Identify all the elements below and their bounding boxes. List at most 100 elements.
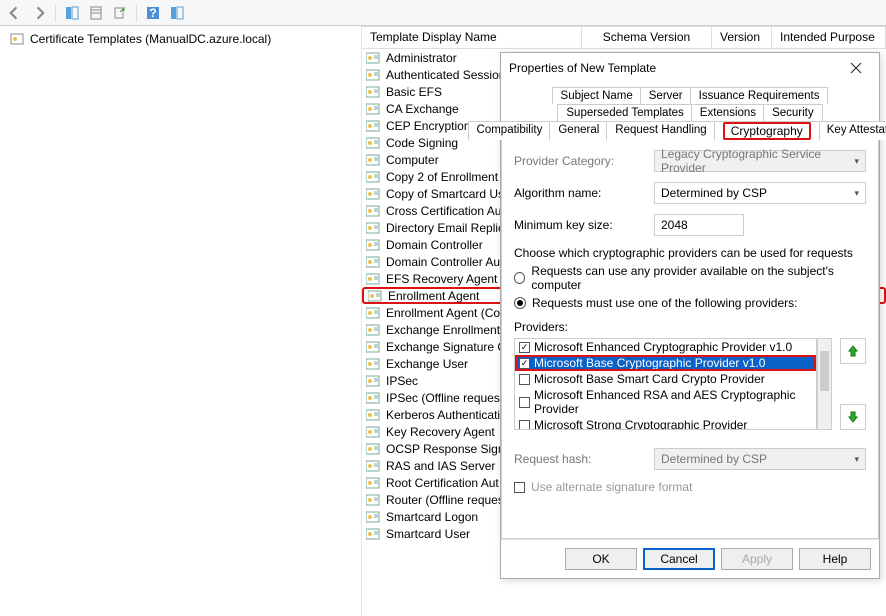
template-name: OCSP Response Signin — [386, 442, 514, 456]
provider-row[interactable]: ✓Microsoft Enhanced Cryptographic Provid… — [515, 339, 816, 355]
nav-root[interactable]: Certificate Templates (ManualDC.azure.lo… — [4, 30, 357, 48]
provider-name: Microsoft Base Smart Card Crypto Provide… — [534, 372, 765, 386]
cert-icon — [366, 205, 380, 217]
template-name: Router (Offline reques — [386, 493, 504, 507]
provider-row[interactable]: Microsoft Base Smart Card Crypto Provide… — [515, 371, 816, 387]
template-name: Key Recovery Agent — [386, 425, 495, 439]
request-hash-label: Request hash: — [514, 452, 654, 466]
close-icon — [850, 62, 862, 74]
template-name: EFS Recovery Agent — [386, 272, 497, 286]
cert-icon — [366, 239, 380, 251]
cancel-button[interactable]: Cancel — [643, 548, 715, 570]
view-button-2[interactable] — [85, 3, 107, 23]
cert-icon — [366, 273, 380, 285]
export-button[interactable] — [109, 3, 131, 23]
providers-scrollbar[interactable] — [817, 338, 832, 430]
cert-icon — [366, 460, 380, 472]
tab-extensions[interactable]: Extensions — [691, 104, 765, 121]
provider-checkbox[interactable]: ✓ — [519, 342, 530, 353]
template-name: Code Signing — [386, 136, 458, 150]
algorithm-combo[interactable]: Determined by CSP▾ — [654, 182, 866, 204]
col-name[interactable]: Template Display Name — [362, 27, 582, 48]
help-button[interactable]: Help — [799, 548, 871, 570]
provider-name: Microsoft Strong Cryptographic Provider — [534, 418, 747, 430]
cert-icon — [366, 154, 380, 166]
provider-checkbox[interactable] — [519, 420, 530, 431]
cert-icon — [368, 290, 382, 302]
ok-button[interactable]: OK — [565, 548, 637, 570]
cert-template-icon — [10, 32, 24, 46]
providers-list[interactable]: ✓Microsoft Enhanced Cryptographic Provid… — [514, 338, 817, 430]
cert-icon — [366, 69, 380, 81]
cert-icon — [366, 426, 380, 438]
forward-button[interactable] — [28, 3, 50, 23]
template-name: Exchange Signature O — [386, 340, 507, 354]
tab-strip: Subject NameServerIssuance Requirements … — [501, 83, 879, 140]
view-button-3[interactable] — [166, 3, 188, 23]
col-purpose[interactable]: Intended Purpose — [772, 27, 886, 48]
cert-icon — [366, 137, 380, 149]
tab-key-attestation[interactable]: Key Attestation — [818, 121, 886, 140]
move-up-button[interactable] — [840, 338, 866, 364]
provider-row[interactable]: Microsoft Strong Cryptographic Provider — [515, 417, 816, 430]
provider-category-label: Provider Category: — [514, 154, 654, 168]
nav-tree[interactable]: Certificate Templates (ManualDC.azure.lo… — [0, 26, 362, 616]
cert-icon — [366, 528, 380, 540]
view-button-1[interactable] — [61, 3, 83, 23]
col-schema[interactable]: Schema Version — [582, 27, 712, 48]
radio-specific-providers[interactable]: Requests must use one of the following p… — [514, 296, 866, 310]
tab-security[interactable]: Security — [763, 104, 823, 121]
tab-general[interactable]: General — [549, 121, 608, 140]
cert-icon — [366, 409, 380, 421]
cert-icon — [366, 358, 380, 370]
provider-name: Microsoft Enhanced RSA and AES Cryptogra… — [534, 388, 812, 416]
close-button[interactable] — [841, 56, 871, 80]
provider-row[interactable]: ✓Microsoft Base Cryptographic Provider v… — [515, 355, 816, 371]
provider-checkbox[interactable] — [519, 397, 530, 408]
apply-button[interactable]: Apply — [721, 548, 793, 570]
provider-checkbox[interactable] — [519, 374, 530, 385]
dialog-buttons: OK Cancel Apply Help — [501, 539, 879, 578]
tab-request-handling[interactable]: Request Handling — [606, 121, 715, 140]
tab-body-cryptography: Provider Category: Legacy Cryptographic … — [501, 139, 879, 539]
cert-icon — [366, 494, 380, 506]
nav-root-label: Certificate Templates (ManualDC.azure.lo… — [30, 32, 271, 46]
cert-icon — [366, 222, 380, 234]
alt-signature-checkbox: Use alternate signature format — [514, 480, 866, 494]
dialog-titlebar: Properties of New Template — [501, 53, 879, 83]
tab-superseded-templates[interactable]: Superseded Templates — [557, 104, 692, 121]
radio-any-provider[interactable]: Requests can use any provider available … — [514, 264, 866, 292]
template-name: Computer — [386, 153, 439, 167]
move-down-button[interactable] — [840, 404, 866, 430]
cert-icon — [366, 477, 380, 489]
help-button[interactable]: ? — [142, 3, 164, 23]
provider-row[interactable]: Microsoft Enhanced RSA and AES Cryptogra… — [515, 387, 816, 417]
template-name: Enrollment Agent (Co — [386, 306, 500, 320]
tab-subject-name[interactable]: Subject Name — [552, 87, 642, 104]
template-name: Authenticated Session — [386, 68, 505, 82]
template-name: CEP Encryption — [386, 119, 471, 133]
col-version[interactable]: Version — [712, 27, 772, 48]
tab-cryptography[interactable]: Cryptography — [714, 121, 820, 140]
tab-issuance-requirements[interactable]: Issuance Requirements — [690, 87, 829, 104]
minkey-label: Minimum key size: — [514, 218, 654, 232]
tab-compatibility[interactable]: Compatibility — [468, 121, 552, 140]
toolbar: ? — [0, 0, 886, 26]
template-name: Cross Certification Au — [386, 204, 501, 218]
cert-icon — [366, 324, 380, 336]
minkey-input[interactable]: 2048 — [654, 214, 744, 236]
back-button[interactable] — [4, 3, 26, 23]
cert-icon — [366, 86, 380, 98]
template-name: RAS and IAS Server — [386, 459, 495, 473]
template-name: Kerberos Authenticatio — [386, 408, 507, 422]
template-name: Smartcard User — [386, 527, 470, 541]
provider-checkbox[interactable]: ✓ — [519, 358, 530, 369]
template-name: CA Exchange — [386, 102, 459, 116]
cert-icon — [366, 103, 380, 115]
template-name: IPSec (Offline request) — [386, 391, 507, 405]
cert-icon — [366, 375, 380, 387]
cert-icon — [366, 171, 380, 183]
tab-server[interactable]: Server — [640, 87, 692, 104]
template-name: IPSec — [386, 374, 418, 388]
template-name: Exchange User — [386, 357, 468, 371]
